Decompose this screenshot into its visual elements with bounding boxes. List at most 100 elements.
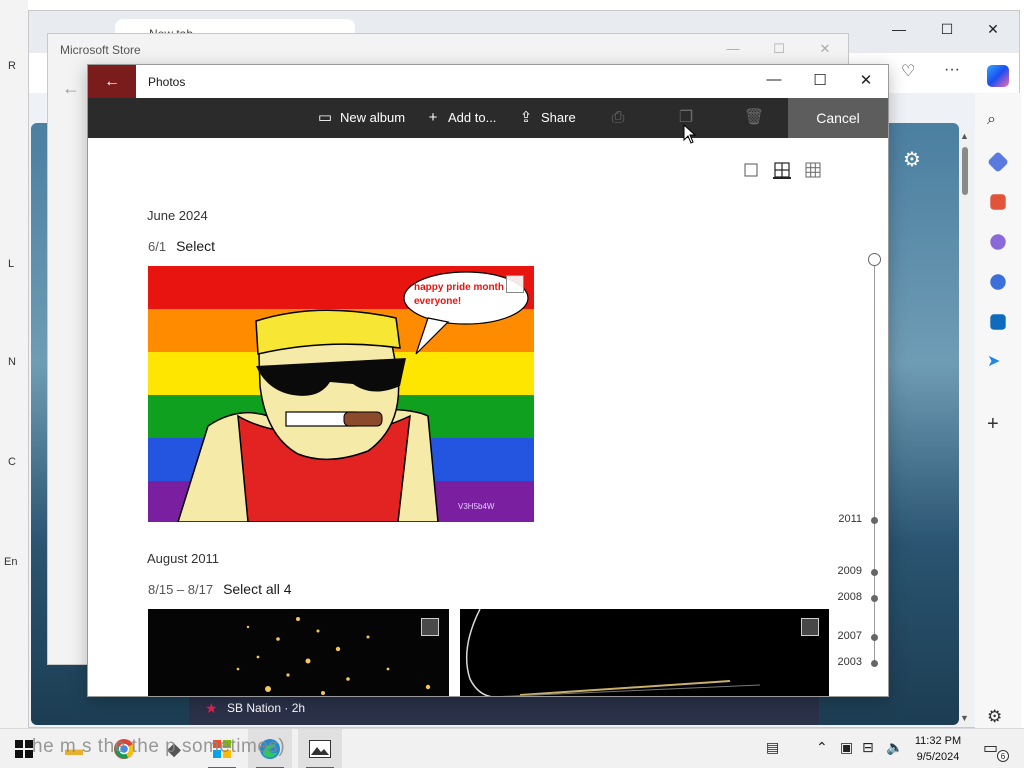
- more-menu-button[interactable]: ···: [944, 61, 960, 79]
- cancel-button[interactable]: Cancel: [788, 98, 888, 138]
- timeline-dot: [871, 634, 878, 641]
- date-range-label: 8/15 – 8/17: [148, 582, 214, 597]
- scroll-up-icon[interactable]: ▲: [960, 131, 969, 141]
- photo-select-checkbox[interactable]: [506, 275, 524, 293]
- network-icon[interactable]: ⊟: [862, 739, 874, 756]
- store-maximize-button[interactable]: ☐: [764, 41, 794, 57]
- share-icon: ⇪: [519, 109, 533, 126]
- desktop-mark: C: [8, 456, 16, 468]
- notification-center-icon[interactable]: ▭ 6: [983, 738, 1009, 762]
- toolbox-icon[interactable]: [990, 194, 1006, 210]
- timeline-dot: [871, 660, 878, 667]
- timeline-year[interactable]: 2011: [822, 513, 862, 525]
- desktop-left-strip: R L N C En: [0, 0, 28, 728]
- timeline-dot: [871, 569, 878, 576]
- tag-icon[interactable]: [987, 151, 1009, 173]
- select-link[interactable]: Select: [176, 238, 215, 254]
- photos-titlebar: ← Photos — ☐ ✕: [88, 65, 888, 98]
- share-label: Share: [541, 110, 576, 125]
- photos-taskbar-icon[interactable]: [298, 729, 342, 768]
- timeline-year[interactable]: 2003: [822, 656, 862, 668]
- edge-maximize-button[interactable]: ☐: [929, 21, 965, 38]
- view-small-icon[interactable]: [804, 161, 822, 179]
- news-feed-item[interactable]: ★ SB Nation · 2h: [189, 695, 819, 725]
- photo-select-checkbox[interactable]: [801, 618, 819, 636]
- scroll-down-icon[interactable]: ▼: [960, 713, 969, 723]
- photos-window: ← Photos — ☐ ✕ ▭ New album + Add to... ⇪ Sh…: [87, 64, 889, 697]
- photo-thumbnail[interactable]: happy pride month everyone! V3H5b4W: [148, 266, 534, 522]
- copilot-icon[interactable]: [987, 65, 1009, 87]
- outlook-icon[interactable]: [990, 314, 1006, 330]
- desktop-mark: R: [8, 60, 16, 72]
- new-album-button[interactable]: ▭ New album: [316, 98, 405, 138]
- timeline-year[interactable]: 2007: [822, 630, 862, 642]
- volume-icon[interactable]: 🔈: [886, 739, 903, 756]
- speech-bubble-text: happy pride month: [414, 282, 504, 293]
- plus-icon: +: [428, 109, 438, 126]
- desktop-mark: En: [4, 556, 18, 568]
- photos-title: Photos: [148, 75, 186, 89]
- print-icon[interactable]: ⎙: [606, 98, 630, 138]
- overlay-caption-text: he m s the the p sometimes): [32, 736, 286, 757]
- photos-command-bar: ▭ New album + Add to... ⇪ Share ⎙ ❐ 🗑 Cance…: [88, 98, 888, 138]
- notification-count: 6: [997, 750, 1009, 762]
- section-month-heading: August 2011: [147, 551, 220, 566]
- search-icon[interactable]: ⌕: [987, 111, 1009, 133]
- photo-select-checkbox[interactable]: [421, 618, 439, 636]
- people-icon[interactable]: [990, 234, 1006, 250]
- artist-signature: V3H5b4W: [458, 502, 495, 511]
- section-date-range: 8/15 – 8/17 Select all 4: [148, 581, 292, 597]
- edge-minimize-button[interactable]: —: [881, 21, 917, 37]
- scrollbar-thumb[interactable]: [962, 147, 968, 195]
- add-icon[interactable]: +: [987, 413, 1009, 435]
- timeline-year[interactable]: 2009: [822, 565, 862, 577]
- view-large-icon[interactable]: [742, 161, 760, 179]
- timeline-dot: [871, 517, 878, 524]
- photos-minimize-button[interactable]: —: [754, 71, 794, 88]
- section-date-range: 6/1 Select: [148, 238, 215, 254]
- news-widget-icon[interactable]: ▤: [766, 739, 779, 756]
- star-icon: ★: [205, 700, 218, 716]
- news-feed-label: SB Nation · 2h: [227, 701, 306, 715]
- photo-thumbnail[interactable]: [460, 609, 829, 696]
- notification-glyph: ▭: [983, 740, 999, 757]
- send-icon[interactable]: ➤: [987, 351, 1009, 373]
- settings-icon[interactable]: ⚙: [987, 707, 1009, 729]
- timeline-handle[interactable]: [868, 253, 881, 266]
- mouse-cursor-icon: [683, 124, 697, 144]
- add-to-label: Add to...: [448, 110, 497, 125]
- share-button[interactable]: ⇪ Share: [517, 98, 576, 138]
- store-minimize-button[interactable]: —: [718, 41, 748, 56]
- timeline-dot: [871, 595, 878, 602]
- taskbar-clock[interactable]: 11:32 PM 9/5/2024: [906, 733, 970, 765]
- album-icon: ▭: [317, 109, 333, 126]
- health-icon[interactable]: ♡: [901, 61, 915, 81]
- edge-sidebar: ⌕ ➤ + ⚙: [975, 65, 1021, 729]
- clock-date: 9/5/2024: [916, 751, 960, 763]
- store-title: Microsoft Store: [60, 43, 141, 57]
- photos-back-button[interactable]: ←: [88, 65, 136, 98]
- edge-scrollbar[interactable]: ▲ ▼: [959, 129, 971, 725]
- page-settings-gear-icon[interactable]: ⚙: [903, 147, 921, 172]
- speech-bubble-text: everyone!: [414, 296, 461, 307]
- new-album-label: New album: [340, 110, 406, 125]
- delete-icon[interactable]: 🗑: [742, 98, 766, 138]
- date-range-label: 6/1: [148, 239, 167, 254]
- store-close-button[interactable]: ✕: [810, 41, 840, 57]
- add-to-button[interactable]: + Add to...: [424, 98, 497, 138]
- section-month-heading: June 2024: [147, 208, 208, 223]
- store-back-button[interactable]: ←: [62, 78, 80, 99]
- timeline-year[interactable]: 2008: [822, 591, 862, 603]
- photos-maximize-button[interactable]: ☐: [800, 71, 840, 89]
- photo-thumbnail[interactable]: [148, 609, 449, 696]
- select-all-link[interactable]: Select all 4: [223, 581, 291, 597]
- timeline-track[interactable]: [874, 261, 875, 667]
- desktop-mark: N: [8, 356, 16, 368]
- clock-time: 11:32 PM: [914, 735, 962, 747]
- view-medium-icon[interactable]: [773, 161, 791, 179]
- edge-close-button[interactable]: ✕: [975, 21, 1011, 38]
- office-icon[interactable]: [990, 274, 1006, 290]
- show-hidden-icons-icon[interactable]: ⌃: [816, 739, 828, 756]
- meet-now-icon[interactable]: ▣: [840, 739, 853, 756]
- photos-close-button[interactable]: ✕: [846, 71, 886, 89]
